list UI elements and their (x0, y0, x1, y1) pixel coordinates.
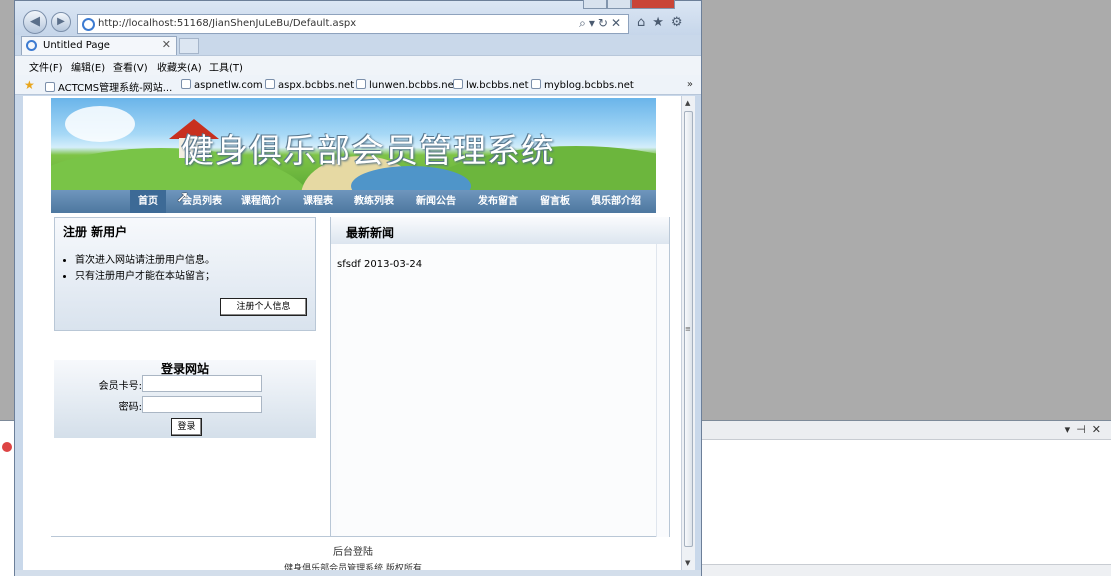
page-icon (531, 79, 541, 89)
register-notes: 首次进入网站请注册用户信息。 只有注册用户才能在本站留言； (75, 253, 215, 285)
nav-coach-list[interactable]: 教练列表 (354, 190, 394, 213)
tab-title: Untitled Page (43, 40, 110, 51)
tab-untitled-page[interactable]: Untitled Page ✕ (21, 36, 177, 55)
password-label: 密码: (118, 402, 142, 413)
nav-schedule[interactable]: 课程表 (303, 190, 333, 213)
news-heading: 最新新闻 (346, 226, 395, 240)
page-scrollbar[interactable]: ▲ ≡ ▼ (681, 96, 695, 570)
fav-lunwen-bcbbs[interactable]: lunwen.bcbbs.net (356, 79, 458, 91)
panel-titlebar: ▾⊣✕ (702, 421, 1111, 440)
scroll-down-icon[interactable]: ▼ (685, 559, 690, 567)
banner-title: 健身俱乐部会员管理系统 (181, 131, 555, 170)
news-title[interactable]: sfsdf (337, 259, 361, 270)
card-number-label: 会员卡号: (98, 381, 142, 392)
ide-output-panel: ▾⊣✕ (702, 420, 1111, 576)
menu-tools[interactable]: 工具(T) (209, 59, 243, 74)
page-icon (265, 79, 275, 89)
chevron-more-icon[interactable]: » (687, 79, 693, 90)
minimize-icon[interactable] (583, 0, 607, 9)
fav-actcms[interactable]: ACTCMS管理系统-网站... (45, 79, 172, 94)
panel-hscroll[interactable] (702, 564, 1111, 576)
menu-favorites[interactable]: 收藏夹(A) (157, 59, 202, 74)
nav-message-board[interactable]: 留言板 (540, 190, 570, 213)
site-nav: 首页 会员列表 课程简介 课程表 教练列表 新闻公告 发布留言 留言板 俱乐部介… (51, 190, 656, 213)
card-number-input[interactable] (142, 375, 262, 392)
back-button[interactable]: ◀ (23, 10, 47, 34)
close-window-icon[interactable] (631, 0, 675, 9)
favorites-star-icon[interactable]: ★ (24, 78, 35, 92)
list-item: 只有注册用户才能在本站留言； (75, 269, 215, 285)
nav-post-message[interactable]: 发布留言 (478, 190, 518, 213)
login-panel: 登录网站 会员卡号: 密码: 登录 (54, 360, 316, 438)
menu-edit[interactable]: 编辑(E) (71, 59, 105, 74)
news-item[interactable]: sfsdf 2013-03-24 (337, 259, 422, 270)
close-tab-icon[interactable]: ✕ (162, 38, 171, 51)
fav-myblog-bcbbs[interactable]: myblog.bcbbs.net (531, 79, 634, 91)
menu-file[interactable]: 文件(F) (29, 59, 63, 74)
page-icon (453, 79, 463, 89)
fav-aspnetlw[interactable]: aspnetlw.com (181, 79, 263, 91)
address-bar[interactable]: http://localhost:51168/JianShenJuLeBu/De… (77, 14, 629, 34)
panel-controls[interactable]: ▾⊣✕ (1065, 423, 1107, 436)
fav-lw-bcbbs[interactable]: lw.bcbbs.net (453, 79, 529, 91)
page-icon (356, 79, 366, 89)
tab-ie-icon (26, 40, 37, 51)
fav-aspx-bcbbs[interactable]: aspx.bcbbs.net (265, 79, 354, 91)
page-viewport: 健身俱乐部会员管理系统 首页 会员列表 课程简介 课程表 教练列表 新闻公告 发… (23, 96, 681, 570)
news-date: 2013-03-24 (364, 259, 423, 270)
nav-club-intro[interactable]: 俱乐部介绍 (591, 190, 641, 213)
browser-toolbar: ◀ ▶ http://localhost:51168/JianShenJuLeB… (15, 0, 703, 35)
list-item: 首次进入网站请注册用户信息。 (75, 253, 215, 269)
site-banner: 健身俱乐部会员管理系统 (51, 98, 656, 193)
status-bar (15, 570, 701, 576)
maximize-icon[interactable] (607, 0, 631, 9)
nav-news[interactable]: 新闻公告 (416, 190, 456, 213)
nav-course-intro[interactable]: 课程简介 (241, 190, 281, 213)
favorites-bar: ★ ACTCMS管理系统-网站... aspnetlw.com aspx.bcb… (15, 75, 701, 95)
menu-view[interactable]: 查看(V) (113, 59, 148, 74)
register-panel: 注册 新用户 首次进入网站请注册用户信息。 只有注册用户才能在本站留言； 注册个… (54, 217, 316, 331)
copyright-text: 健身俱乐部会员管理系统 版权所有 (284, 564, 422, 570)
admin-login-link[interactable]: 后台登陆 (23, 543, 681, 558)
ie-icon (82, 18, 95, 31)
page-icon (181, 79, 191, 89)
scroll-up-icon[interactable]: ▲ (685, 99, 690, 107)
address-url: http://localhost:51168/JianShenJuLeBu/De… (98, 18, 357, 29)
scroll-grip-icon: ≡ (685, 325, 691, 333)
footer-divider (51, 536, 656, 537)
new-tab-button[interactable] (179, 38, 199, 54)
home-favorites-settings-icons[interactable]: ⌂★⚙ (637, 15, 690, 30)
register-button[interactable]: 注册个人信息 (220, 298, 307, 316)
error-icon (2, 442, 12, 452)
tab-strip: Untitled Page ✕ (15, 35, 701, 55)
mouse-cursor-icon: ➚ (176, 187, 190, 206)
window-controls[interactable] (583, 0, 703, 11)
page-icon (45, 82, 55, 92)
register-heading: 注册 新用户 (63, 225, 128, 239)
news-header: 最新新闻 (331, 217, 669, 244)
browser-window: ◀ ▶ http://localhost:51168/JianShenJuLeB… (14, 0, 702, 576)
password-input[interactable] (142, 396, 262, 413)
forward-button[interactable]: ▶ (51, 12, 71, 32)
login-heading: 登录网站 (160, 362, 209, 376)
news-panel: 最新新闻 sfsdf 2013-03-24 (330, 217, 670, 537)
nav-home[interactable]: 首页 (130, 190, 166, 213)
login-button[interactable]: 登录 (171, 418, 202, 436)
address-tools-icon[interactable]: ⌕▾↻✕ (579, 16, 624, 31)
menu-bar: 文件(F) 编辑(E) 查看(V) 收藏夹(A) 工具(T) (15, 55, 701, 75)
